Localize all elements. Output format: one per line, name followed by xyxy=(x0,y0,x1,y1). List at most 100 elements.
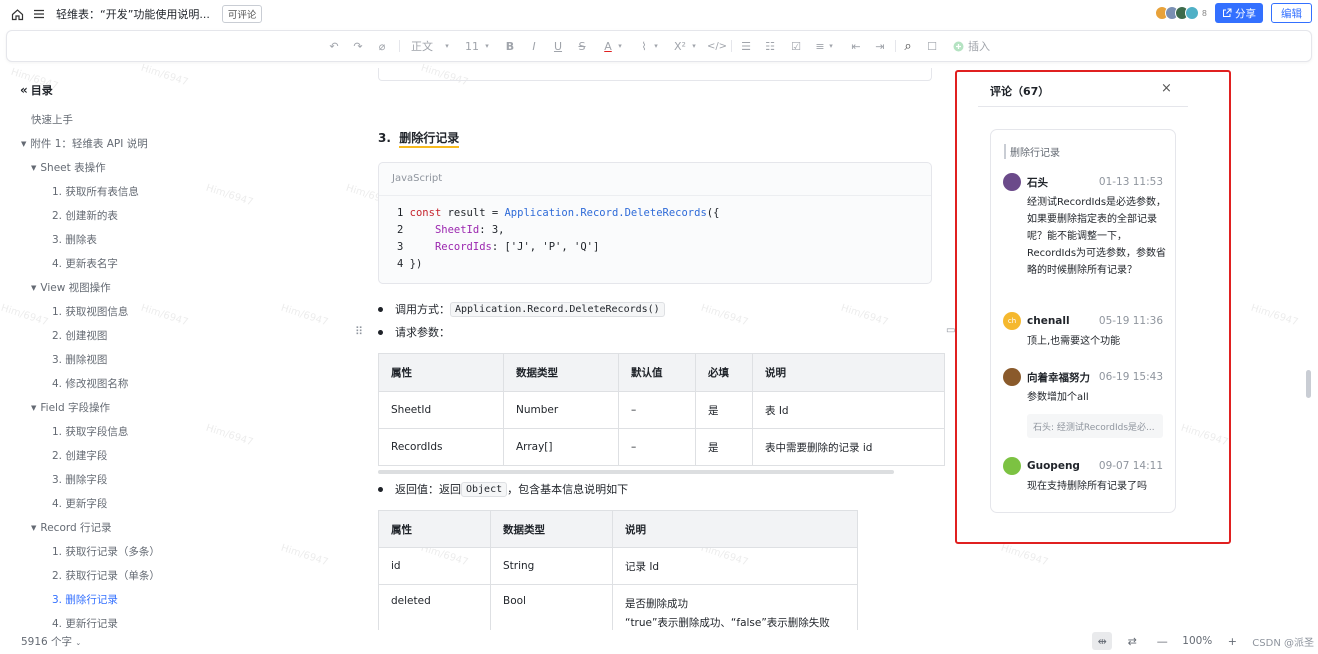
table-cell: 表中需要删除的记录 id xyxy=(752,428,945,466)
toc-item[interactable]: 3. 删除视图 xyxy=(52,352,107,367)
comment-quote: 删除行记录 xyxy=(1004,144,1060,159)
table-cell: 是 xyxy=(695,391,753,429)
toc-item[interactable]: 4. 更新字段 xyxy=(52,496,107,511)
drag-handle-icon[interactable]: ⠿ xyxy=(355,325,363,338)
text-style-dropdown[interactable]: 正文 xyxy=(409,38,435,54)
format-painter-icon[interactable]: ⌀ xyxy=(375,38,389,54)
chevron-down-icon[interactable]: ▾ xyxy=(616,38,624,54)
chevron-down-icon[interactable]: ▾ xyxy=(443,38,451,54)
comment-thread[interactable]: 删除行记录 石头 01-13 11:53 经测试RecordIds是必选参数，如… xyxy=(990,129,1176,513)
font-color-icon[interactable]: A xyxy=(601,38,615,54)
fit-width-icon[interactable]: ⇹ xyxy=(1092,632,1113,650)
toc-item[interactable]: 1. 获取视图信息 xyxy=(52,304,128,319)
table-cell: – xyxy=(618,391,696,429)
toc-item[interactable]: ▼ View 视图操作 xyxy=(31,280,111,295)
toc-item-label: 1. 获取行记录（多条） xyxy=(52,546,160,558)
toc-item[interactable]: 1. 获取字段信息 xyxy=(52,424,128,439)
undo-icon[interactable]: ↶ xyxy=(327,38,341,54)
comment-marker-icon[interactable]: ▭ xyxy=(946,325,955,336)
toc-item[interactable]: 1. 获取行记录（多条） xyxy=(52,544,160,559)
highlight-icon[interactable]: ⌇ xyxy=(637,38,651,54)
toc-item[interactable]: 2. 创建视图 xyxy=(52,328,107,343)
doc-title: 轻维表：“开发”功能使用说明... xyxy=(56,8,210,21)
checkbox-icon[interactable]: ☑ xyxy=(789,38,803,54)
word-count-label: 5916 个字 xyxy=(21,636,73,648)
font-size-dropdown[interactable]: 11 xyxy=(465,38,479,54)
toc-item[interactable]: ▼ Sheet 表操作 xyxy=(31,160,106,175)
table-header: 必填 xyxy=(695,353,753,392)
word-count[interactable]: 5916 个字 ⌄ xyxy=(21,634,81,649)
outdent-icon[interactable]: ⇤ xyxy=(849,38,863,54)
toc-item[interactable]: ▼ 附件 1：轻维表 API 说明 xyxy=(21,136,148,151)
toc-item-label: 1. 获取视图信息 xyxy=(52,306,129,318)
table-header: 说明 xyxy=(752,353,945,392)
indent-icon[interactable]: ⇥ xyxy=(873,38,887,54)
comment-icon[interactable]: ☐ xyxy=(925,38,939,54)
insert-icon[interactable] xyxy=(951,38,965,54)
redo-icon[interactable]: ↷ xyxy=(351,38,365,54)
code-block[interactable]: JavaScript 1 const result = Application.… xyxy=(378,162,932,284)
toc-item[interactable]: 4. 更新行记录 xyxy=(52,616,118,628)
reply-quote[interactable]: 石头: 经测试RecordIds是必... xyxy=(1027,414,1163,438)
insert-label[interactable]: 插入 xyxy=(967,38,991,54)
home-icon[interactable] xyxy=(6,3,28,25)
bold-icon[interactable]: B xyxy=(503,38,517,54)
zoom-in-button[interactable]: + xyxy=(1222,632,1242,650)
toc-item[interactable]: 2. 创建字段 xyxy=(52,448,107,463)
superscript-icon[interactable]: X² xyxy=(671,38,689,54)
bullet-list-icon[interactable]: ☰ xyxy=(739,38,753,54)
list-item: 调用方式： Application.Record.DeleteRecords() xyxy=(378,301,665,317)
toc-item[interactable]: 快速上手 xyxy=(31,112,73,127)
caret-down-icon[interactable]: ▼ xyxy=(31,404,36,412)
strikethrough-icon[interactable]: S xyxy=(575,38,589,54)
permission-tag[interactable]: 可评论 xyxy=(221,5,263,23)
zoom-out-button[interactable]: — xyxy=(1152,632,1172,650)
code-icon[interactable]: </> xyxy=(707,38,727,54)
format-toolbar: ↶ ↷ ⌀ 正文 ▾ 11 ▾ B I U S A ▾ ⌇ ▾ X² ▾ </>… xyxy=(6,30,1312,62)
edit-button[interactable]: 编辑 xyxy=(1271,3,1312,23)
collapse-icon[interactable]: « xyxy=(20,83,28,97)
toc-item[interactable]: 4. 修改视图名称 xyxy=(52,376,128,391)
toc-item[interactable]: 1. 获取所有表信息 xyxy=(52,184,139,199)
menu-icon[interactable] xyxy=(28,3,50,25)
table-header: 数据类型 xyxy=(503,353,619,392)
table-cell: id xyxy=(378,547,491,585)
list-item: 请求参数： xyxy=(378,324,450,340)
bullet-dot xyxy=(378,486,383,492)
full-width-icon[interactable]: ⇄ xyxy=(1122,632,1142,650)
chevron-down-icon[interactable]: ▾ xyxy=(690,38,698,54)
italic-icon[interactable]: I xyxy=(527,38,541,54)
table-cell: deleted xyxy=(378,584,491,630)
share-button[interactable]: 分享 xyxy=(1215,3,1263,23)
align-icon[interactable]: ≡ xyxy=(813,38,827,54)
toc-item[interactable]: ▼ Record 行记录 xyxy=(31,520,112,535)
chevron-down-icon[interactable]: ▾ xyxy=(827,38,835,54)
caret-down-icon[interactable]: ▼ xyxy=(21,140,26,148)
toc-item[interactable]: 3. 删除行记录 xyxy=(52,592,118,607)
toc-item[interactable]: 4. 更新表名字 xyxy=(52,256,118,271)
toc-header[interactable]: « 目录 xyxy=(20,82,53,98)
avatar xyxy=(1003,457,1021,475)
toc-item[interactable]: 2. 获取行记录（单条） xyxy=(52,568,160,583)
table-of-contents: « 目录 快速上手 ▼ 附件 1：轻维表 API 说明 ▼ Sheet 表操作 1. 获取… xyxy=(0,68,220,628)
collaborator-avatars[interactable]: 8 xyxy=(1154,6,1207,20)
chevron-down-icon[interactable]: ▾ xyxy=(652,38,660,54)
horizontal-scrollbar[interactable] xyxy=(378,470,894,474)
numbered-list-icon[interactable]: ☷ xyxy=(763,38,777,54)
chevron-down-icon[interactable]: ▾ xyxy=(483,38,491,54)
underline-icon[interactable]: U xyxy=(551,38,565,54)
toc-item[interactable]: ▼ Field 字段操作 xyxy=(31,400,110,415)
close-icon[interactable]: × xyxy=(1161,81,1172,96)
avatar xyxy=(1003,173,1021,191)
vertical-scrollbar[interactable] xyxy=(1306,370,1311,398)
zoom-level[interactable]: 100% xyxy=(1182,635,1212,647)
avatar: ch xyxy=(1003,312,1021,330)
author-name: Guopeng xyxy=(1027,460,1080,472)
caret-down-icon[interactable]: ▼ xyxy=(31,284,36,292)
toc-item[interactable]: 3. 删除字段 xyxy=(52,472,107,487)
toc-item[interactable]: 3. 删除表 xyxy=(52,232,97,247)
toc-item[interactable]: 2. 创建新的表 xyxy=(52,208,118,223)
caret-down-icon[interactable]: ▼ xyxy=(31,164,36,172)
caret-down-icon[interactable]: ▼ xyxy=(31,524,36,532)
search-icon[interactable]: ⌕ xyxy=(901,38,915,54)
